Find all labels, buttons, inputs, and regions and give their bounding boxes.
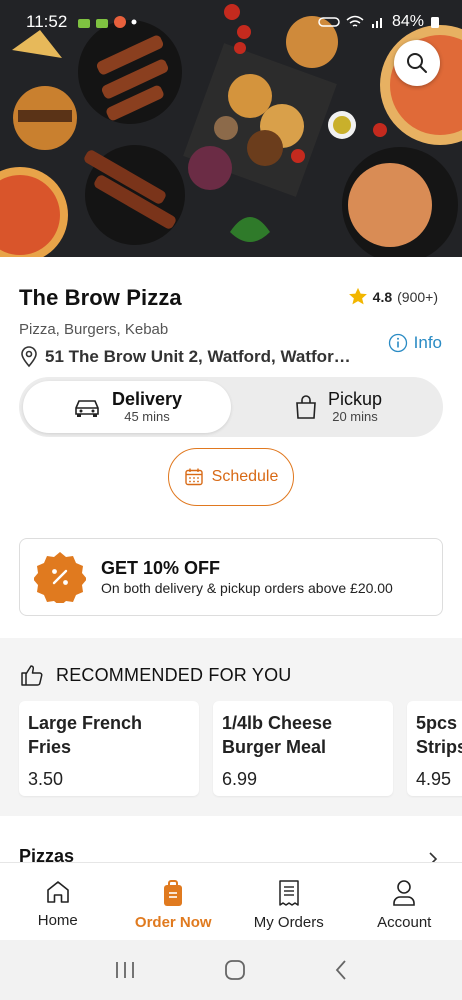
recommended-item[interactable]: 1/4lb Cheese Burger Meal 6.99 [213, 701, 393, 796]
vpn-icon [318, 17, 340, 27]
schedule-label: Schedule [211, 468, 279, 485]
pickup-label: Pickup [327, 389, 383, 410]
recent-apps-icon[interactable] [114, 960, 136, 980]
recommended-carousel[interactable]: Large French Fries 3.50 1/4lb Cheese Bur… [19, 701, 462, 796]
wifi-icon [346, 15, 364, 27]
status-bar: 11:52 84% [0, 0, 462, 44]
nav-my-orders-label: My Orders [253, 914, 324, 931]
address: 51 The Brow Unit 2, Watford, Watfor… [19, 346, 359, 368]
nav-account[interactable]: Account [347, 863, 462, 940]
rating: 4.8 (900+) [348, 287, 438, 306]
item-price: 6.99 [222, 769, 258, 789]
person-icon [393, 880, 416, 906]
delivery-eta: 45 mins [124, 408, 170, 424]
item-name: 5pcs Chicken Strips [416, 713, 462, 757]
cuisine-list: Pizza, Burgers, Kebab [19, 321, 169, 338]
home-icon [46, 881, 69, 903]
delivery-option[interactable]: Delivery 45 mins [23, 381, 231, 433]
order-mode-toggle: Delivery 45 mins Pickup 20 mins [19, 377, 443, 437]
info-label: Info [413, 333, 442, 352]
nav-account-label: Account [377, 914, 432, 931]
bottom-nav: Home Order Now My Orders Account [0, 862, 462, 940]
schedule-button[interactable]: Schedule [168, 448, 294, 506]
restaurant-page: 11:52 84% The Brow Pizza 4.8 (900+) Pizz… [0, 0, 462, 1000]
thumbs-up-icon [21, 665, 43, 686]
calendar-icon [184, 468, 203, 486]
item-name: 1/4lb Cheese Burger Meal [222, 713, 333, 757]
restaurant-name: The Brow Pizza [19, 285, 182, 310]
nav-order-now[interactable]: Order Now [116, 863, 232, 940]
battery-icon [431, 17, 439, 28]
hero-banner: 11:52 84% [0, 0, 462, 257]
item-price: 4.95 [416, 769, 452, 789]
item-price: 3.50 [28, 769, 64, 789]
promo-details: On both delivery & pickup orders above £… [101, 580, 393, 596]
star-icon [348, 287, 367, 305]
search-icon [407, 53, 427, 73]
recommended-item[interactable]: 5pcs Chicken Strips 4.95 [407, 701, 462, 796]
recommended-title: RECOMMENDED FOR YOU [56, 664, 292, 685]
status-time: 11:52 [26, 12, 68, 31]
order-bag-icon [164, 880, 183, 906]
nav-order-now-label: Order Now [134, 914, 212, 931]
recommended-section: RECOMMENDED FOR YOU Large French Fries 3… [0, 638, 462, 816]
recommended-header: RECOMMENDED FOR YOU [20, 664, 291, 686]
address-text: 51 The Brow Unit 2, Watford, Watfor… [45, 347, 351, 366]
shopping-bag-icon [296, 395, 316, 419]
item-name: Large French Fries [28, 713, 143, 757]
rating-count: (900+) [397, 288, 438, 305]
android-icon [96, 19, 109, 28]
nav-home-label: Home [37, 912, 78, 929]
battery-percent: 84% [391, 13, 424, 30]
location-pin-icon [21, 346, 37, 368]
info-link[interactable]: Info [388, 333, 442, 353]
app-icon [114, 16, 127, 28]
car-icon [75, 400, 99, 417]
system-nav-bar [0, 940, 462, 1000]
delivery-label: Delivery [111, 389, 183, 410]
pickup-eta: 20 mins [332, 408, 378, 424]
rating-score: 4.8 [372, 288, 393, 305]
nav-home[interactable]: Home [0, 863, 116, 940]
signal-icon [371, 18, 382, 28]
info-icon [388, 333, 407, 353]
home-system-icon[interactable] [224, 959, 246, 981]
notification-icons [77, 15, 137, 29]
promo-headline: GET 10% OFF [101, 558, 221, 578]
search-button[interactable] [394, 40, 440, 86]
dot-icon [131, 19, 137, 25]
android-icon [78, 19, 91, 28]
promo-banner[interactable]: GET 10% OFF On both delivery & pickup or… [19, 538, 443, 616]
pickup-option[interactable]: Pickup 20 mins [237, 381, 439, 433]
discount-badge-icon [34, 552, 86, 603]
status-right: 84% [318, 13, 440, 31]
back-icon[interactable] [334, 959, 348, 981]
receipt-icon [279, 880, 299, 906]
nav-my-orders[interactable]: My Orders [231, 863, 347, 940]
recommended-item[interactable]: Large French Fries 3.50 [19, 701, 199, 796]
